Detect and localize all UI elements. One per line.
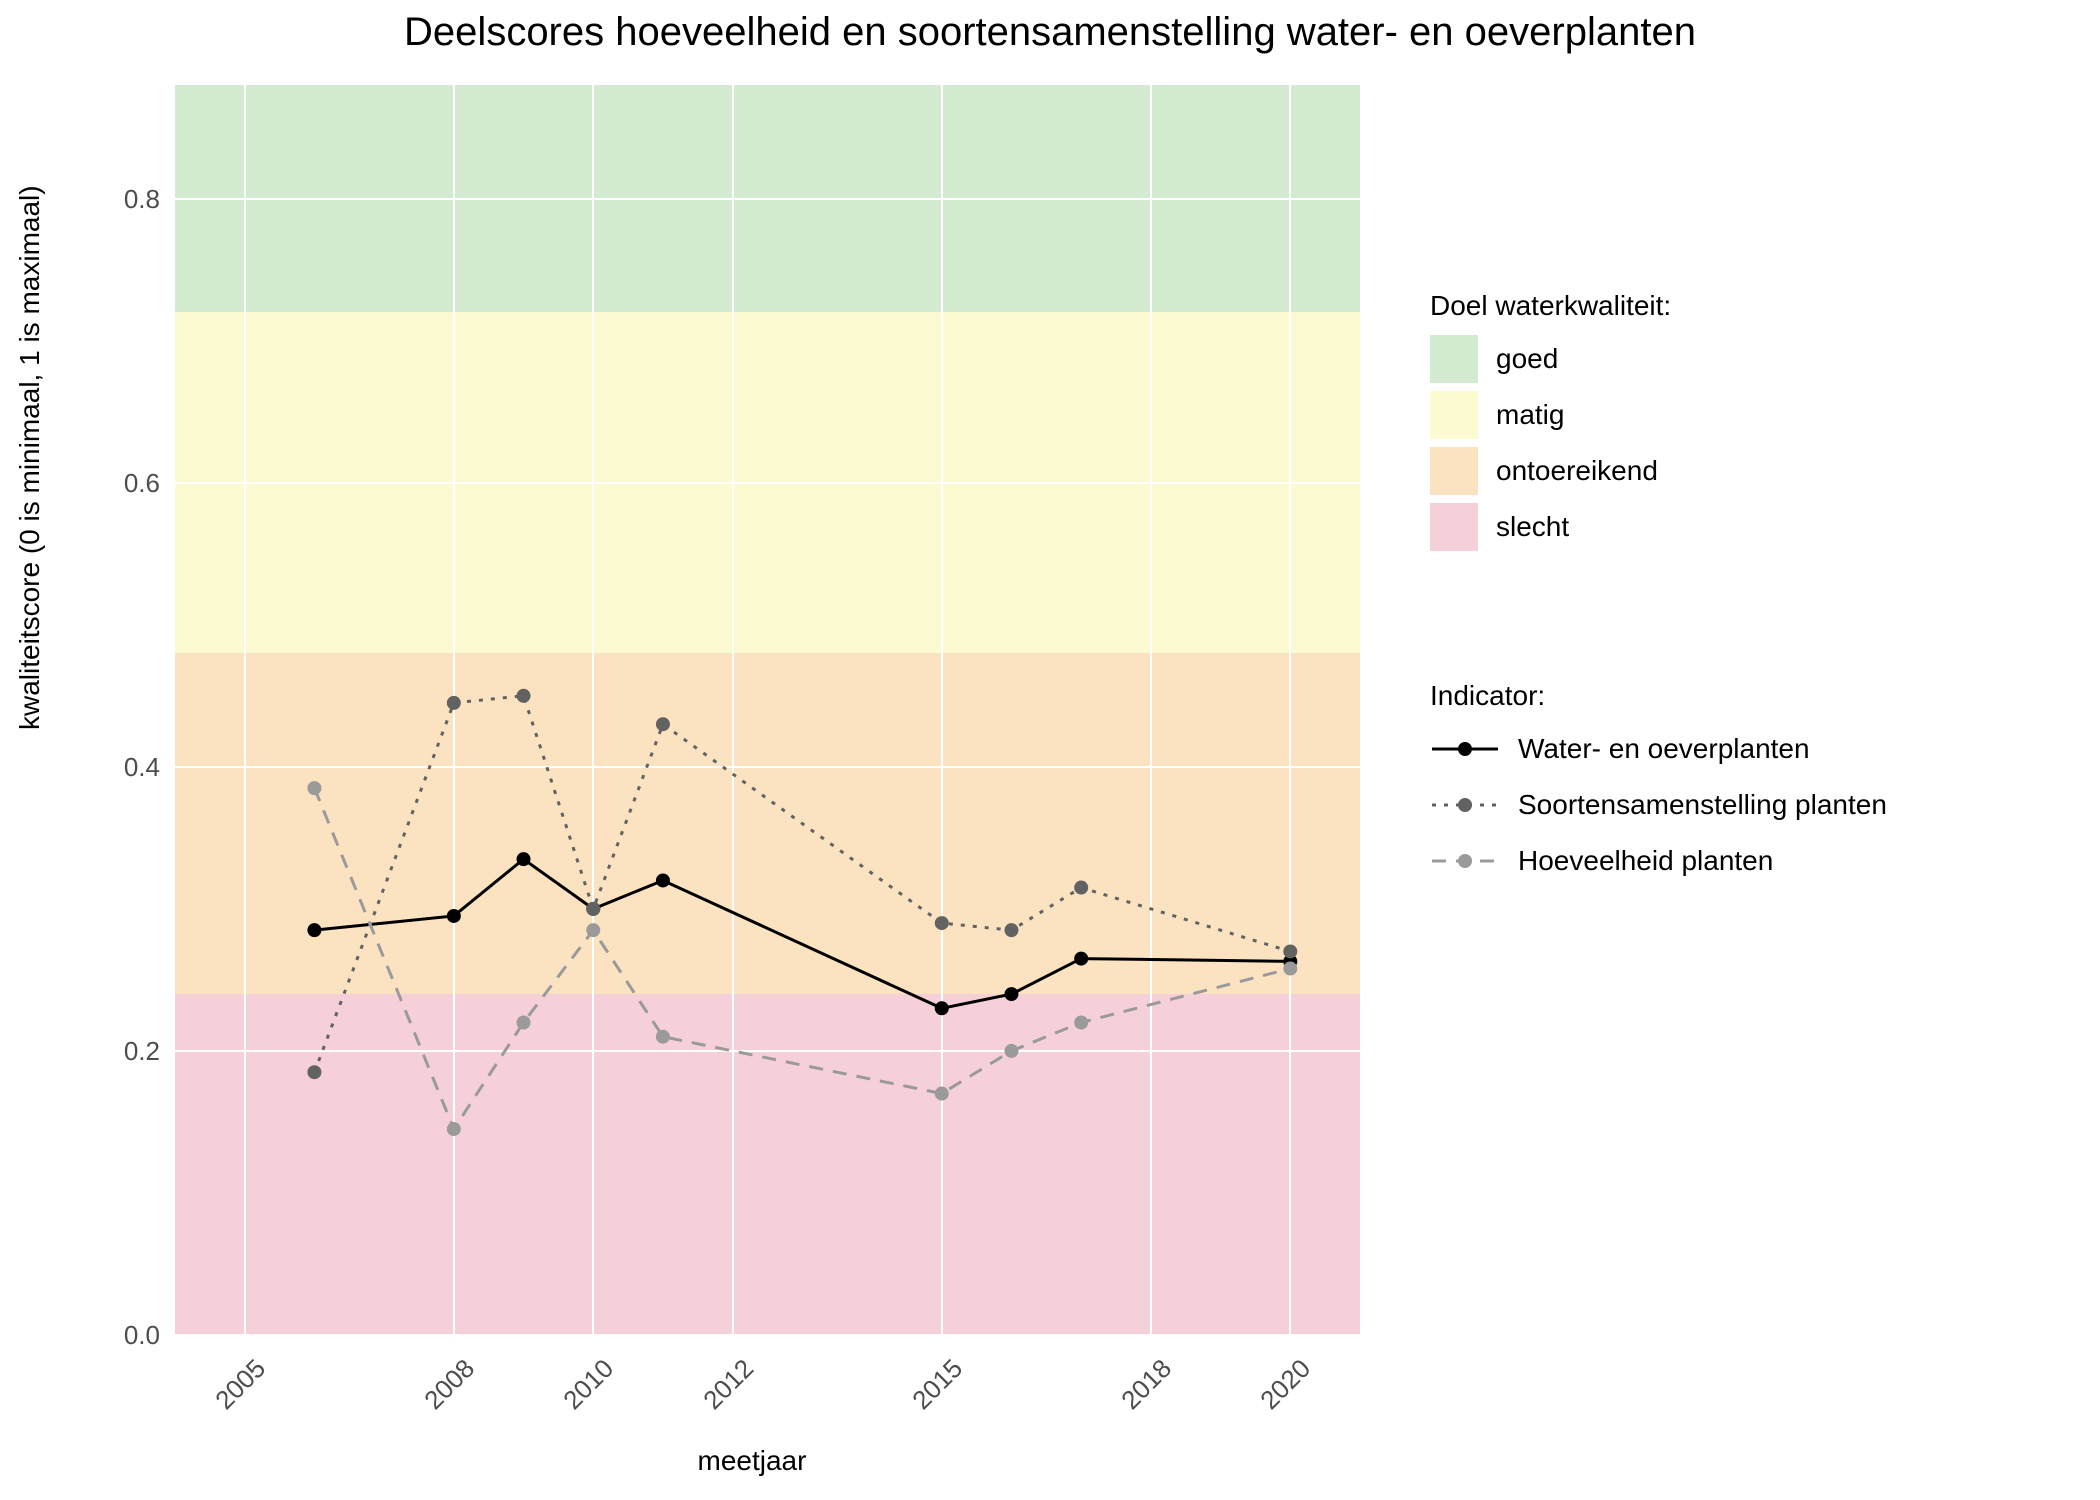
legend-label: matig: [1496, 399, 1564, 431]
y-tick-label: 0.4: [100, 752, 160, 783]
x-axis-label: meetjaar: [698, 1445, 807, 1477]
y-axis-label: kwaliteitscore (0 is minimaal, 1 is maxi…: [14, 185, 46, 730]
legend-item-ontoereikend: ontoereikend: [1430, 446, 1671, 496]
gridline-v: [592, 85, 594, 1335]
legend-line-sample: [1430, 787, 1500, 823]
gridline-h: [175, 1050, 1360, 1052]
legend-indicator-title: Indicator:: [1430, 680, 1887, 712]
legend-quality-title: Doel waterkwaliteit:: [1430, 290, 1671, 322]
gridline-v: [1289, 85, 1291, 1335]
legend-label: Water- en oeverplanten: [1518, 733, 1810, 765]
gridline-h: [175, 1334, 1360, 1336]
legend-item-goed: goed: [1430, 334, 1671, 384]
legend-line-sample: [1430, 843, 1500, 879]
legend-swatch: [1430, 391, 1478, 439]
y-tick-label: 0.6: [100, 468, 160, 499]
plot-area: [175, 85, 1360, 1335]
gridline-h: [175, 198, 1360, 200]
gridline-h: [175, 482, 1360, 484]
legend-item-matig: matig: [1430, 390, 1671, 440]
gridline-v: [732, 85, 734, 1335]
chart-title: Deelscores hoeveelheid en soortensamenst…: [100, 10, 2000, 55]
legend-swatch: [1430, 335, 1478, 383]
legend-label: goed: [1496, 343, 1558, 375]
quality-band-slecht: [175, 994, 1360, 1335]
gridline-v: [244, 85, 246, 1335]
legend-line-sample: [1430, 731, 1500, 767]
gridline-v: [453, 85, 455, 1335]
legend-quality: Doel waterkwaliteit: goed matig ontoereike…: [1430, 290, 1671, 558]
y-tick-label: 0.8: [100, 184, 160, 215]
legend-swatch: [1430, 503, 1478, 551]
legend-indicator: Indicator: Water- en oeverplanten Soorten…: [1430, 680, 1887, 892]
y-tick-label: 0.2: [100, 1036, 160, 1067]
y-tick-label: 0.0: [100, 1320, 160, 1351]
legend-item-series: Hoeveelheid planten: [1430, 836, 1887, 886]
gridline-h: [175, 766, 1360, 768]
legend-item-series: Soortensamenstelling planten: [1430, 780, 1887, 830]
legend-label: slecht: [1496, 511, 1569, 543]
gridline-v: [941, 85, 943, 1335]
legend-label: Soortensamenstelling planten: [1518, 789, 1887, 821]
quality-band-ontoereikend: [175, 653, 1360, 994]
chart-container: Deelscores hoeveelheid en soortensamenst…: [0, 0, 2100, 1500]
legend-label: Hoeveelheid planten: [1518, 845, 1773, 877]
legend-swatch: [1430, 447, 1478, 495]
legend-item-series: Water- en oeverplanten: [1430, 724, 1887, 774]
gridline-v: [1150, 85, 1152, 1335]
legend-label: ontoereikend: [1496, 455, 1658, 487]
legend-item-slecht: slecht: [1430, 502, 1671, 552]
